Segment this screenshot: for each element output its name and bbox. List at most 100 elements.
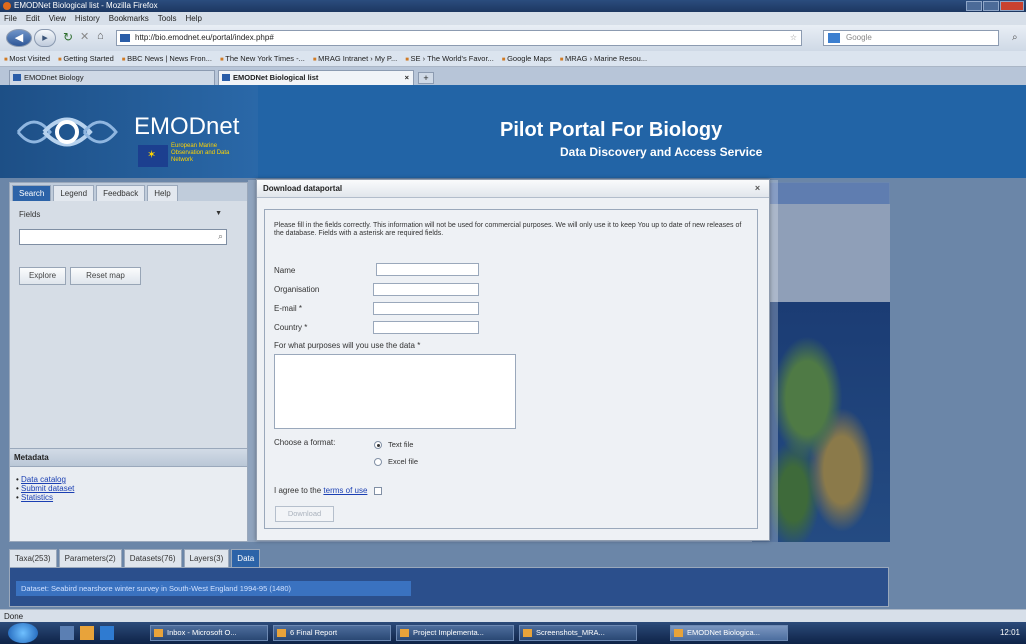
new-tab-button[interactable]: + [418,72,434,84]
taskbar-item[interactable]: Screenshots_MRA... [519,625,637,641]
url-text: http://bio.emodnet.eu/portal/index.php# [135,33,274,42]
start-button[interactable] [8,623,38,643]
metadata-link-item: • Submit dataset [16,484,75,493]
format-option-text[interactable]: Text file [374,440,414,450]
browser-tab-active[interactable]: EMODNet Biological list × [218,70,414,85]
menu-edit[interactable]: Edit [26,12,40,25]
organisation-field[interactable] [373,283,479,296]
terms-agreement: I agree to the terms of use [274,486,382,495]
purpose-label: For what purposes will you use the data … [274,341,421,350]
bookmark-item[interactable]: MRAG › Marine Resou... [560,51,647,66]
clock[interactable]: 12:01 [1000,628,1020,637]
browser-tab[interactable]: EMODnet Biology [9,70,215,85]
data-catalog-link[interactable]: Data catalog [21,475,66,484]
show-desktop-icon[interactable] [60,626,74,640]
tab-taxa[interactable]: Taxa(253) [9,549,57,567]
bookmark-item[interactable]: BBC News | News Fron... [122,51,212,66]
tab-feedback[interactable]: Feedback [96,185,146,201]
taskbar-item[interactable]: EMODNet Biologica... [670,625,788,641]
menu-tools[interactable]: Tools [158,12,177,25]
tab-help[interactable]: Help [147,185,178,201]
bookmark-item[interactable]: Google Maps [502,51,552,66]
tab-datasets[interactable]: Datasets(76) [123,549,182,567]
firefox-icon [3,2,11,10]
url-bar[interactable]: http://bio.emodnet.eu/portal/index.php# … [116,30,802,46]
taskbar-item[interactable]: Project Implementa... [396,625,514,641]
logo-emblem-icon [16,117,118,147]
close-icon[interactable]: × [752,184,763,194]
search-icon[interactable]: ⌕ [1012,32,1018,43]
window-close-button[interactable] [1000,1,1024,11]
tab-search[interactable]: Search [12,185,52,201]
radio-icon[interactable] [374,458,382,467]
country-field[interactable] [373,321,479,334]
menu-bookmarks[interactable]: Bookmarks [109,12,149,25]
close-tab-icon[interactable]: × [405,71,409,85]
bookmark-star-icon[interactable]: ☆ [790,31,797,45]
name-field[interactable] [376,263,479,276]
dialog-title: Download dataportal [263,184,343,193]
statistics-link[interactable]: Statistics [21,493,53,502]
email-field[interactable] [373,302,479,315]
search-engine-box[interactable]: Google [823,30,999,46]
download-button[interactable]: Download [275,506,334,522]
bookmark-item[interactable]: SE › The World's Favor... [405,51,494,66]
bookmark-item[interactable]: The New York Times -... [220,51,305,66]
terms-of-use-link[interactable]: terms of use [323,486,367,495]
bottom-tabs: Taxa(253) Parameters(2) Datasets(76) Lay… [9,549,894,567]
reload-icon[interactable]: ↻ [63,30,73,44]
tab-layers[interactable]: Layers(3) [183,549,230,567]
bookmark-item[interactable]: Getting Started [58,51,113,66]
bookmark-item[interactable]: MRAG Intranet › My P... [313,51,397,66]
format-option-excel[interactable]: Excel file [374,457,418,467]
dataset-row[interactable]: Dataset: Seabird nearshore winter survey… [16,581,411,596]
metadata-link-item: • Statistics [16,493,54,502]
menu-history[interactable]: History [75,12,100,25]
windows-taskbar: Inbox - Microsoft O... 6 Final Report Pr… [0,622,1026,644]
agree-checkbox[interactable] [373,486,382,495]
organisation-label: Organisation [274,285,320,294]
tab-data[interactable]: Data [231,549,261,567]
taskbar-item[interactable]: 6 Final Report [273,625,391,641]
left-panel: Search Legend Feedback Help Fields ▼ ⌕ E… [9,182,248,542]
format-label: Choose a format: [274,438,336,447]
quicklaunch-icon[interactable] [100,626,114,640]
reset-map-button[interactable]: Reset map [70,267,141,285]
email-label: E-mail * [274,304,303,313]
radio-selected-icon[interactable] [374,441,382,450]
explore-button[interactable]: Explore [19,267,66,285]
panel-tabs: Search Legend Feedback Help [10,183,247,201]
name-label: Name [274,266,296,275]
dialog-intro-text: Please fill in the fields correctly. Thi… [274,222,742,237]
menu-help[interactable]: Help [185,12,201,25]
back-button[interactable]: ◀ [6,29,32,47]
window-titlebar: EMODNet Biological list - Mozilla Firefo… [0,0,1026,12]
site-favicon-icon [120,34,130,42]
taskbar-item[interactable]: Inbox - Microsoft O... [150,625,268,641]
minimize-button[interactable] [966,1,982,11]
stop-icon[interactable]: ✕ [80,30,89,43]
purpose-textarea[interactable] [274,354,516,429]
fields-dropdown[interactable]: Fields ▼ [19,210,222,222]
site-subtitle: Data Discovery and Access Service [560,145,763,159]
eu-flag-icon [138,145,168,167]
logo-text: EMODnet [134,113,240,140]
emodnet-logo[interactable]: EMODnet European Marine Observation and … [0,85,258,178]
forward-button[interactable]: ▸ [34,29,56,47]
home-icon[interactable]: ⌂ [97,30,104,42]
search-input[interactable]: ⌕ [19,229,227,245]
bookmark-item[interactable]: Most Visited [4,51,50,66]
maximize-button[interactable] [983,1,999,11]
system-tray: 12:01 [932,625,1024,641]
submit-dataset-link[interactable]: Submit dataset [21,484,74,493]
search-icon[interactable]: ⌕ [218,231,223,242]
tab-parameters[interactable]: Parameters(2) [58,549,122,567]
tab-legend[interactable]: Legend [53,185,95,201]
menu-file[interactable]: File [4,12,17,25]
format-option-label: Text file [388,440,414,449]
quicklaunch-icon[interactable] [80,626,94,640]
menu-view[interactable]: View [49,12,66,25]
browser-tab-label: EMODnet Biology [24,73,84,82]
bottom-data-panel: Dataset: Seabird nearshore winter survey… [9,567,889,607]
fields-dropdown-value: Fields [19,210,41,219]
